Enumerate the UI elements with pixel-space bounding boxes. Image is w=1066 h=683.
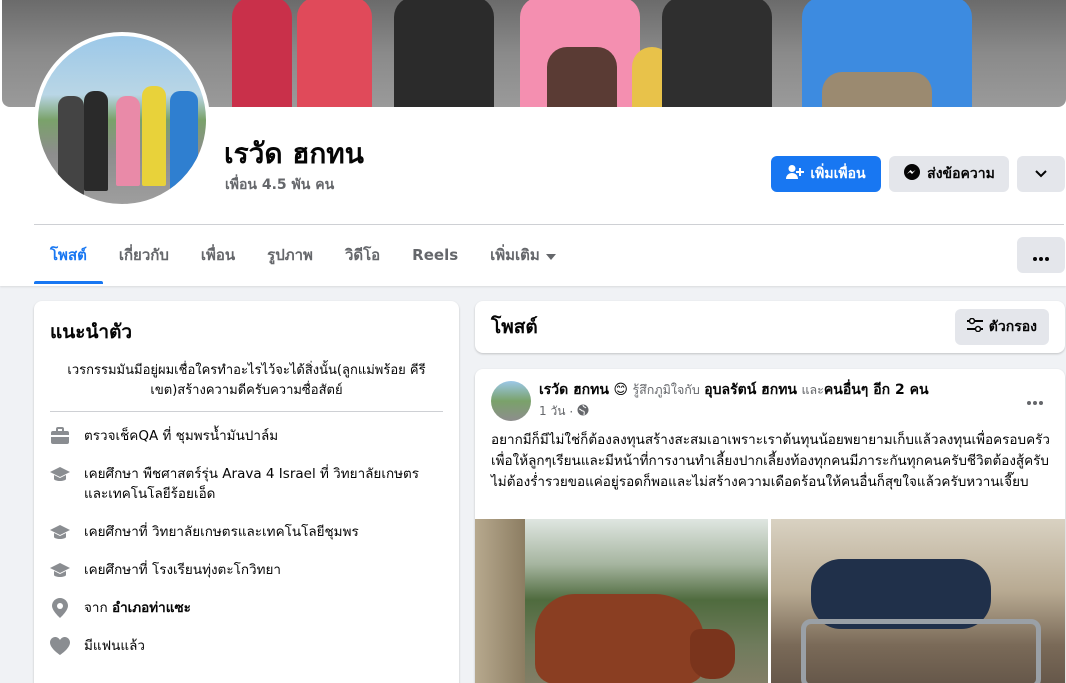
filter-icon [966, 317, 983, 336]
add-friend-button[interactable]: เพิ่มเพื่อน [771, 156, 881, 192]
tab-reels[interactable]: Reels [396, 226, 474, 284]
profile-tabs: โพสต์ เกี่ยวกับ เพื่อน รูปภาพ วิดีโอ Ree… [34, 226, 572, 284]
tab-label: รูปภาพ [267, 246, 313, 264]
post-author-name[interactable]: เรวัด ฮกทน [539, 382, 609, 398]
caret-down-icon [545, 246, 556, 264]
tab-friends[interactable]: เพื่อน [185, 226, 251, 284]
tab-posts[interactable]: โพสต์ [34, 226, 103, 284]
post-text: อยากมีก็มีไม่ใช่ก็ต้องลงทุนสร้างสะสมเอาเ… [491, 432, 1050, 490]
header-divider [34, 224, 1064, 225]
more-dots-icon [1027, 390, 1043, 409]
hometown-prefix: จาก [84, 600, 112, 616]
education-item: เคยศึกษาที่ โรงเรียนทุ่งตะโกวิทยา [50, 560, 443, 580]
cow-head-shape [690, 629, 735, 679]
education-text: เคยศึกษาที่ โรงเรียนทุ่งตะโกวิทยา [84, 562, 281, 578]
post-header-line: เรวัด ฮกทน 😊 รู้สึกภูมิใจกับ อุบลรัตน์ ฮ… [539, 381, 929, 399]
add-friend-icon [786, 164, 805, 184]
profile-more-button[interactable] [1017, 156, 1065, 192]
education-text: เคยศึกษา พืชศาสตร์รุ่น Arava 4 Israel ที… [84, 466, 420, 502]
filter-button[interactable]: ตัวกรอง [954, 309, 1049, 345]
post-author-avatar[interactable] [491, 381, 531, 421]
post-time[interactable]: 1 วัน [539, 402, 565, 421]
add-friend-label: เพิ่มเพื่อน [810, 166, 866, 182]
hometown-link[interactable]: อำเภอท่าแซะ [112, 600, 191, 616]
globe-icon [577, 404, 589, 419]
post-tagged-person[interactable]: อุบลรัตน์ ฮกทน [704, 382, 797, 398]
work-item: ตรวจเช็คQA ที่ ชุมพรน้ำมันปาล์ม [50, 426, 443, 446]
briefcase-icon [50, 426, 70, 446]
sidecar-frame-shape [801, 619, 1041, 683]
intro-title: แนะนำตัว [50, 321, 133, 343]
dot-separator: · [569, 404, 574, 419]
work-text: ตรวจเช็คQA ที่ ชุมพรน้ำมันปาล์ม [84, 428, 279, 444]
profile-avatar[interactable] [34, 32, 210, 208]
relationship-item: มีแฟนแล้ว [50, 636, 443, 656]
tab-more[interactable]: เพิ่มเติม [474, 226, 572, 284]
graduation-cap-icon [50, 522, 70, 542]
intro-info-list: ตรวจเช็คQA ที่ ชุมพรน้ำมันปาล์ม เคยศึกษา… [50, 426, 443, 656]
intro-bio: เวรกรรมมันมีอยู่ผมเชื่อใครทำอะไรไว้จะได้… [50, 361, 443, 412]
post-and: และ [801, 382, 824, 397]
post-tagged-others[interactable]: คนอื่นๆ อีก 2 คน [824, 382, 929, 398]
cow-shape [535, 594, 705, 683]
post-photo-cow[interactable] [475, 519, 768, 683]
tab-label: วิดีโอ [344, 246, 381, 264]
messenger-icon [903, 163, 921, 185]
education-item: เคยศึกษา พืชศาสตร์รุ่น Arava 4 Israel ที… [50, 464, 443, 504]
relationship-text: มีแฟนแล้ว [84, 638, 145, 654]
tab-label: เพื่อน [200, 246, 236, 264]
intro-card: แนะนำตัว เวรกรรมมันมีอยู่ผมเชื่อใครทำอะไ… [34, 301, 459, 683]
graduation-cap-icon [50, 560, 70, 580]
graduation-cap-icon [50, 464, 70, 484]
tab-about[interactable]: เกี่ยวกับ [103, 226, 185, 284]
location-pin-icon [50, 598, 70, 618]
profile-name: เรวัด ฮกทน [224, 137, 364, 170]
post-card: เรวัด ฮกทน 😊 รู้สึกภูมิใจกับ อุบลรัตน์ ฮ… [475, 369, 1065, 683]
tab-label: เพิ่มเติม [490, 246, 540, 264]
hometown-item: จาก อำเภอท่าแซะ [50, 598, 443, 618]
post-meta: 1 วัน · [539, 402, 589, 421]
message-label: ส่งข้อความ [927, 166, 995, 182]
tab-label: เกี่ยวกับ [118, 246, 169, 264]
more-dots-icon [1033, 246, 1049, 265]
education-item: เคยศึกษาที่ วิทยาลัยเกษตรและเทคโนโลยีชุม… [50, 522, 443, 542]
posts-header-card: โพสต์ ตัวกรอง [475, 301, 1065, 353]
tab-videos[interactable]: วิดีโอ [329, 226, 396, 284]
posts-title: โพสต์ [491, 316, 538, 338]
feeling-emoji-icon: 😊 [613, 382, 629, 398]
education-text: เคยศึกษาที่ วิทยาลัยเกษตรและเทคโนโลยีชุม… [84, 524, 359, 540]
post-options-button[interactable] [1021, 389, 1049, 409]
palm-trunk [475, 519, 525, 683]
heart-icon [50, 636, 70, 656]
tab-photos[interactable]: รูปภาพ [251, 226, 329, 284]
friend-count[interactable]: เพื่อน 4.5 พัน คน [225, 174, 334, 196]
chevron-down-icon [1035, 166, 1047, 182]
filter-label: ตัวกรอง [988, 319, 1037, 335]
message-button[interactable]: ส่งข้อความ [889, 156, 1009, 192]
tabs-more-options-button[interactable] [1017, 237, 1065, 273]
post-photo-motorcycle[interactable] [771, 519, 1065, 683]
tab-label: Reels [412, 246, 459, 264]
tab-label: โพสต์ [50, 246, 87, 264]
post-feeling: รู้สึกภูมิใจกับ [632, 382, 700, 397]
